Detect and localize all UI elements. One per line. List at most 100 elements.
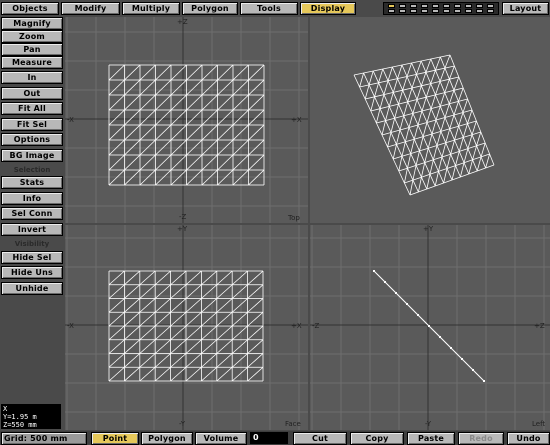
mesh-edge [449,54,455,67]
mesh-diagonal [216,325,233,341]
paste-button[interactable]: Paste [407,432,455,445]
mesh-edge [438,171,444,184]
zoom-out-button[interactable]: Out [1,87,63,100]
layer-cell[interactable] [476,9,483,13]
mesh-diagonal [409,180,414,196]
layer-cell[interactable] [388,4,395,8]
layer-cell[interactable] [410,4,417,8]
zoom-button[interactable]: Zoom [1,30,63,43]
viewport-left[interactable]: +Y -Y -Z +Z Left [310,225,550,430]
mesh-edge [424,162,431,175]
mesh-diagonal [154,353,171,368]
fit-all-button[interactable]: Fit All [1,102,63,115]
viewport-top[interactable]: +Z -Z -X +X Top [65,17,308,223]
mesh-edge [425,97,432,109]
layer-cell[interactable] [399,4,406,8]
mesh-diagonal [417,110,423,126]
mesh-diagonal [378,68,384,83]
mesh-diagonal [453,76,460,91]
layer-cell[interactable] [443,4,450,8]
layer-cell[interactable] [410,9,417,13]
mesh-diagonal [186,64,203,81]
layer-cell[interactable] [454,4,461,8]
mode-volume-button[interactable]: Volume [195,432,247,445]
layer-cell[interactable] [487,9,494,13]
fit-sel-button[interactable]: Fit Sel [1,118,63,131]
tab-polygon[interactable]: Polygon [182,2,238,15]
mesh-diagonal [201,270,218,286]
mesh-diagonal [201,124,218,141]
mesh-diagonal [454,126,460,141]
mesh-edge [450,151,460,155]
mesh-edge [394,115,404,119]
mesh-diagonal [458,112,464,127]
tab-tools[interactable]: Tools [240,2,298,15]
mesh-edge [462,137,469,149]
mesh-edge [422,136,429,149]
numeric-input[interactable]: 0 [250,432,288,444]
mesh-diagonal [439,67,446,82]
copy-button[interactable]: Copy [350,432,404,445]
mesh-diagonal [444,79,450,93]
mesh-diagonal [388,92,394,107]
mesh-edge [394,118,401,131]
mesh-edge [399,129,406,142]
undo-button[interactable]: Undo [507,432,550,445]
layer-cell[interactable] [432,4,439,8]
mesh-point [406,303,408,305]
layer-cell[interactable] [443,9,450,13]
invert-button[interactable]: Invert [1,223,63,236]
tab-display[interactable]: Display [300,2,356,15]
mesh-diagonal [155,109,172,126]
layout-button[interactable]: Layout [502,2,549,15]
viewport-face[interactable]: +Y -Y -X +X Face [65,225,308,430]
unhide-button[interactable]: Unhide [1,282,63,295]
tab-modify[interactable]: Modify [61,2,120,15]
grid-size-label: Grid: 500 mm [1,432,87,445]
layer-cell[interactable] [421,9,428,13]
layer-cell[interactable] [399,9,406,13]
measure-button[interactable]: Measure [1,56,63,69]
pan-button[interactable]: Pan [1,43,63,56]
hide-sel-button[interactable]: Hide Sel [1,251,63,264]
mesh-diagonal [201,79,218,96]
viewport-perspective[interactable] [310,17,550,223]
options-button[interactable]: Options [1,133,63,146]
mode-polygon-button[interactable]: Polygon [141,432,193,445]
mesh-edge [353,72,364,76]
info-button[interactable]: Info [1,192,63,205]
tab-multiply[interactable]: Multiply [122,2,180,15]
layer-cell[interactable] [487,4,494,8]
stats-button[interactable]: Stats [1,176,63,189]
layer-cell[interactable] [465,9,472,13]
layer-cell[interactable] [421,4,428,8]
zoom-in-button[interactable]: In [1,71,63,84]
bg-image-button[interactable]: BG Image [1,149,63,162]
mesh-edge [363,72,370,86]
layer-bank-grid[interactable] [383,2,499,15]
mesh-diagonal [439,92,446,107]
hide-uns-button[interactable]: Hide Uns [1,266,63,279]
tab-objects[interactable]: Objects [1,2,59,15]
layer-cell[interactable] [432,9,439,13]
layer-cell[interactable] [476,4,483,8]
mesh-diagonal [231,298,248,313]
axis-label-up: +Z [177,18,188,26]
mode-point-button[interactable]: Point [91,432,139,445]
layer-cell[interactable] [465,4,472,8]
sel-conn-button[interactable]: Sel Conn [1,207,63,220]
cut-button[interactable]: Cut [293,432,347,445]
mesh-diagonal [108,94,125,111]
magnify-button[interactable]: Magnify [1,17,63,30]
mesh-edge [444,92,450,104]
mesh-diagonal [170,79,187,96]
redo-button[interactable]: Redo [458,432,504,445]
mesh-edge [392,66,398,79]
mesh-diagonal [415,150,420,166]
mesh-edge [445,142,452,155]
mesh-edge [393,155,403,160]
mesh-diagonal [247,366,264,382]
mesh-edge [480,131,486,144]
layer-cell[interactable] [388,9,395,13]
layer-cell[interactable] [454,9,461,13]
